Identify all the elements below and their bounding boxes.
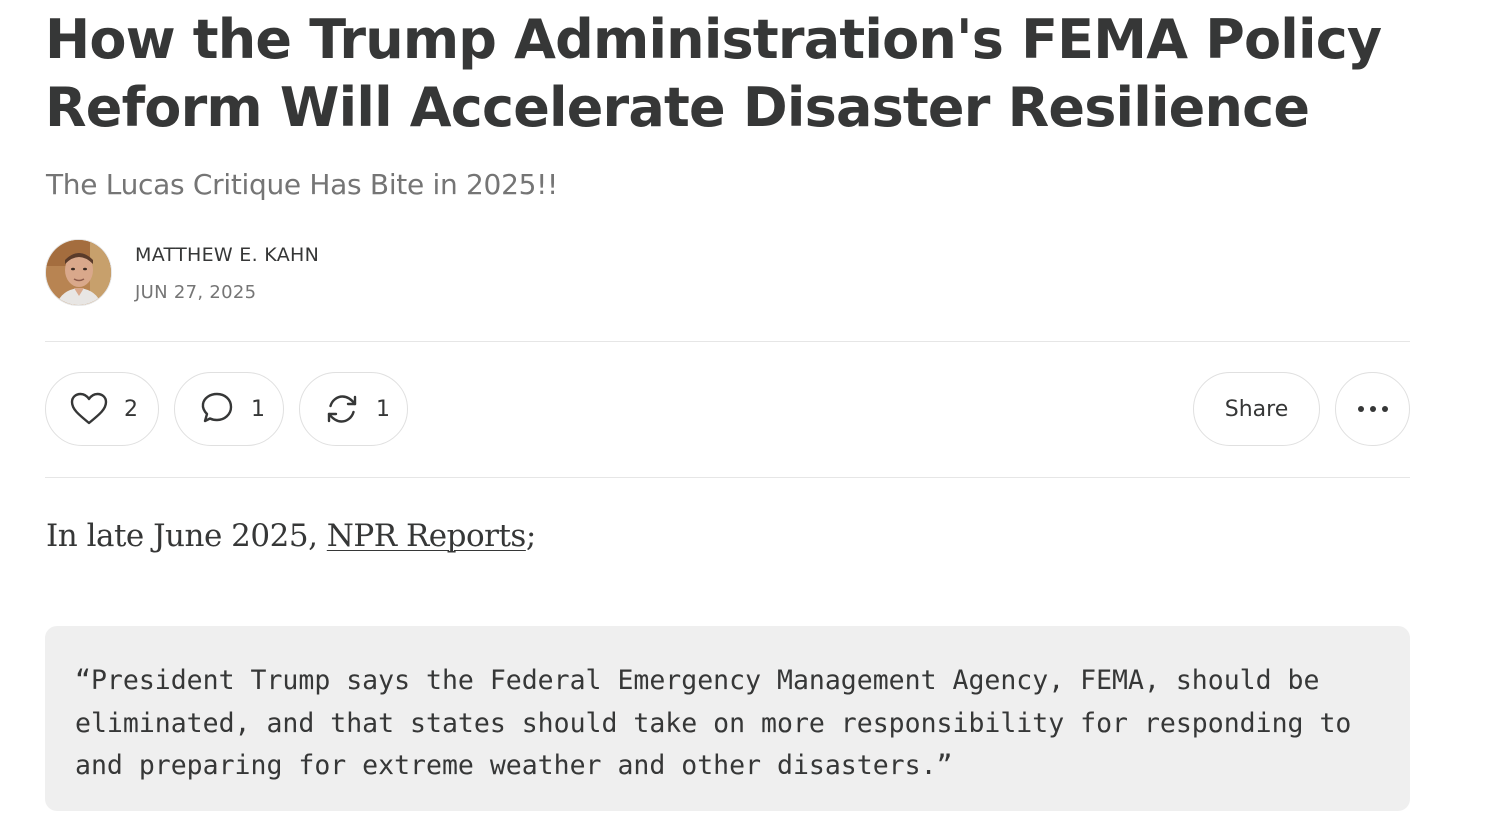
intro-punctuation: ; bbox=[525, 518, 536, 554]
like-count: 2 bbox=[124, 396, 138, 422]
comment-count: 1 bbox=[251, 396, 265, 422]
restack-count: 1 bbox=[376, 396, 390, 422]
divider bbox=[45, 477, 1410, 478]
comment-bubble-icon bbox=[199, 391, 235, 427]
comment-button[interactable]: 1 bbox=[174, 372, 284, 446]
restack-icon bbox=[324, 391, 360, 427]
restack-button[interactable]: 1 bbox=[299, 372, 408, 446]
divider bbox=[45, 341, 1410, 342]
more-horizontal-icon bbox=[1357, 405, 1389, 413]
post-title: How the Trump Administration's FEMA Poli… bbox=[45, 8, 1382, 139]
npr-reports-link[interactable]: NPR Reports bbox=[327, 518, 527, 554]
heart-icon bbox=[70, 392, 108, 426]
author-avatar[interactable] bbox=[45, 239, 112, 306]
post-subtitle: The Lucas Critique Has Bite in 2025!! bbox=[46, 168, 558, 201]
body-paragraph: In late June 2025, NPR Reports; bbox=[46, 514, 536, 558]
avatar-photo bbox=[46, 240, 111, 305]
author-name[interactable]: MATTHEW E. KAHN bbox=[135, 243, 319, 267]
like-button[interactable]: 2 bbox=[45, 372, 159, 446]
more-options-button[interactable] bbox=[1335, 372, 1410, 446]
quote-text: “President Trump says the Federal Emerge… bbox=[75, 665, 1352, 781]
share-button[interactable]: Share bbox=[1193, 372, 1320, 446]
post-date: JUN 27, 2025 bbox=[135, 282, 257, 303]
quote-block: “President Trump says the Federal Emerge… bbox=[45, 626, 1410, 811]
intro-text: In late June 2025, bbox=[46, 518, 327, 554]
